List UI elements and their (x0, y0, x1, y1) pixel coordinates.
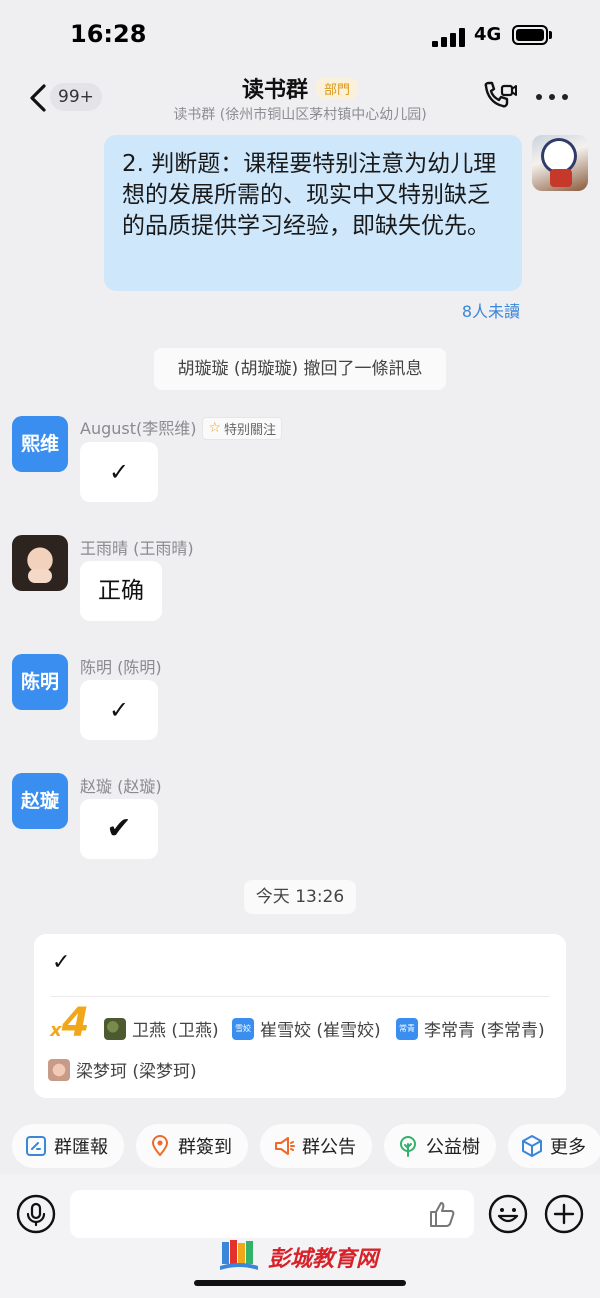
quick-action-report[interactable]: 群匯報 (12, 1124, 124, 1168)
reply-person[interactable]: 雪姣 崔雪姣 (崔雪姣) (232, 1016, 381, 1041)
time-divider: 今天 13:26 (244, 880, 356, 914)
avatar: 雪姣 (232, 1017, 254, 1040)
reply-count: x4 (50, 1000, 89, 1046)
department-tag: 部門 (316, 76, 359, 100)
more-icon[interactable] (536, 94, 568, 102)
person-name: 李常青 (李常青) (424, 1021, 545, 1041)
quick-action-more[interactable]: 更多 (508, 1124, 600, 1168)
person-name: 卫燕 (卫燕) (132, 1021, 219, 1041)
quick-action-label: 群簽到 (178, 1137, 232, 1158)
message-input[interactable] (70, 1190, 474, 1238)
emoji-icon[interactable] (488, 1194, 528, 1234)
quick-action-announcement[interactable]: 群公告 (260, 1124, 372, 1168)
sender-name: August(李熙维) ☆ 特别關注 (80, 415, 283, 440)
report-icon (26, 1136, 46, 1156)
sender-label: August(李熙维) (80, 419, 197, 438)
special-attention-badge: ☆ 特别關注 (202, 416, 283, 440)
sender-name: 陈明 (陈明) (80, 658, 162, 677)
sender-name: 王雨晴 (王雨晴) (80, 539, 194, 558)
signal-icon (432, 27, 466, 47)
avatar: 常青 (396, 1017, 418, 1040)
quick-actions-bar: 群匯報 群簽到 群公告 公益樹 更多 (12, 1124, 600, 1168)
battery-tip (549, 31, 552, 39)
reply-person[interactable]: 梁梦珂 (梁梦珂) (48, 1057, 197, 1082)
reply-count-number: 4 (61, 1000, 90, 1046)
sender-name: 赵璇 (赵璇) (80, 777, 162, 796)
megaphone-icon (275, 1137, 295, 1155)
message-bubble[interactable]: ✓ (80, 442, 158, 502)
home-indicator (194, 1280, 406, 1286)
message-bubble[interactable]: 正确 (80, 561, 162, 621)
star-icon: ☆ (208, 420, 222, 436)
chat-title: 读书群 (241, 78, 308, 103)
quick-action-checkin[interactable]: 群簽到 (136, 1124, 248, 1168)
call-icon[interactable] (480, 80, 518, 114)
network-label: 4G (474, 24, 502, 45)
avatar[interactable]: 熙维 (12, 416, 68, 472)
quick-action-label: 群匯報 (54, 1137, 108, 1158)
quick-action-label: 更多 (550, 1137, 586, 1158)
my-message-bubble[interactable]: 2. 判断题：课程要特别注意为幼儿理想的发展所需的、现实中又特别缺乏的品质提供学… (104, 135, 522, 291)
quick-action-tree[interactable]: 公益樹 (384, 1124, 496, 1168)
battery-icon (512, 25, 548, 45)
tree-icon (400, 1136, 416, 1157)
person-name: 崔雪姣 (崔雪姣) (260, 1021, 381, 1041)
avatar[interactable]: 陈明 (12, 654, 68, 710)
quick-action-label: 群公告 (302, 1137, 356, 1158)
unread-receipt[interactable]: 8人未讀 (462, 298, 520, 322)
cube-icon (522, 1135, 542, 1157)
avatar (104, 1017, 126, 1040)
recall-notice: 胡璇璇 (胡璇璇) 撤回了一條訊息 (154, 348, 446, 390)
microphone-icon[interactable] (16, 1194, 56, 1234)
plus-icon[interactable] (544, 1194, 584, 1234)
message-bubble[interactable]: ✓ (80, 680, 158, 740)
divider (50, 996, 550, 997)
reply-person[interactable]: 常青 李常青 (李常青) (396, 1016, 545, 1041)
my-avatar[interactable] (532, 135, 588, 191)
thumbs-up-icon[interactable] (426, 1198, 458, 1230)
status-time: 16:28 (70, 20, 147, 48)
quick-action-label: 公益樹 (426, 1137, 480, 1158)
books-logo-icon (220, 1240, 258, 1270)
location-pin-icon (151, 1135, 169, 1157)
message-bubble[interactable]: ✔ (80, 799, 158, 859)
reply-person[interactable]: 卫燕 (卫燕) (104, 1016, 219, 1041)
avatar[interactable] (12, 535, 68, 591)
watermark-text: 彭城教育网 (268, 1247, 379, 1272)
avatar[interactable]: 赵璇 (12, 773, 68, 829)
watermark: 彭城教育网 (218, 1238, 378, 1276)
reply-count-prefix: x (50, 1020, 62, 1041)
avatar (48, 1058, 70, 1081)
reply-card-content: ✓ (52, 950, 71, 975)
special-attention-label: 特别關注 (224, 422, 277, 438)
person-name: 梁梦珂 (梁梦珂) (76, 1062, 197, 1082)
